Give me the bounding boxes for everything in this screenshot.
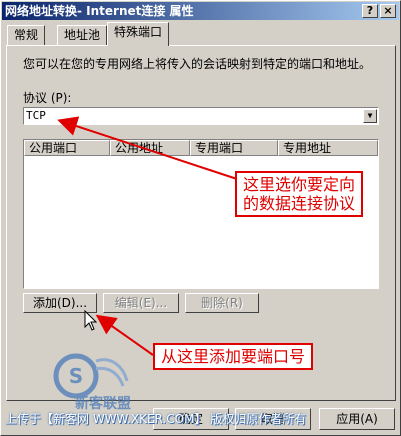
apply-button[interactable]: 应用(A) [319,408,395,430]
edit-button[interactable]: 编辑(E)... [103,293,179,313]
tab-address-pool[interactable]: 地址池 [57,25,108,45]
column-private-address[interactable]: 专用地址 [278,140,378,156]
close-button[interactable]: × [380,4,396,18]
column-private-port[interactable]: 专用端口 [190,140,278,156]
svg-text:S: S [69,364,83,388]
delete-button[interactable]: 删除(R) [185,293,259,313]
tab-general[interactable]: 常规 [7,25,46,45]
help-button[interactable]: ? [362,4,378,18]
description-text: 您可以在您的专用网络上将传入的会话映射到特定的端口和地址。 [23,57,372,71]
tab-special-ports[interactable]: 特殊端口 [107,22,170,46]
add-button[interactable]: 添加(D)... [23,293,97,313]
column-public-port[interactable]: 公用端口 [24,140,110,156]
protocol-annotation: 这里选你要定向 的数据连接协议 [235,171,364,217]
properties-dialog: 网络地址转换- Internet连接 属性 ? × 常规 地址池 特殊端口 您可… [0,0,401,436]
protocol-annotation-line2: 的数据连接协议 [243,194,356,213]
protocol-value: TCP [26,109,46,122]
protocol-label: 协议 (P): [23,91,72,105]
window-title: 网络地址转换- Internet连接 属性 [5,4,194,18]
dropdown-arrow-icon[interactable]: ▼ [363,109,377,123]
column-public-address[interactable]: 公用地址 [110,140,190,156]
protocol-annotation-line1: 这里选你要定向 [243,175,356,194]
protocol-select[interactable]: TCP ▼ [23,107,379,125]
watermark-text: 上传于【新客网 WWW.XKER.COM】 版权归原作者所有 [5,412,307,426]
add-annotation: 从这里添加要端口号 [153,343,314,370]
title-bar[interactable]: 网络地址转换- Internet连接 属性 ? × [2,2,399,20]
